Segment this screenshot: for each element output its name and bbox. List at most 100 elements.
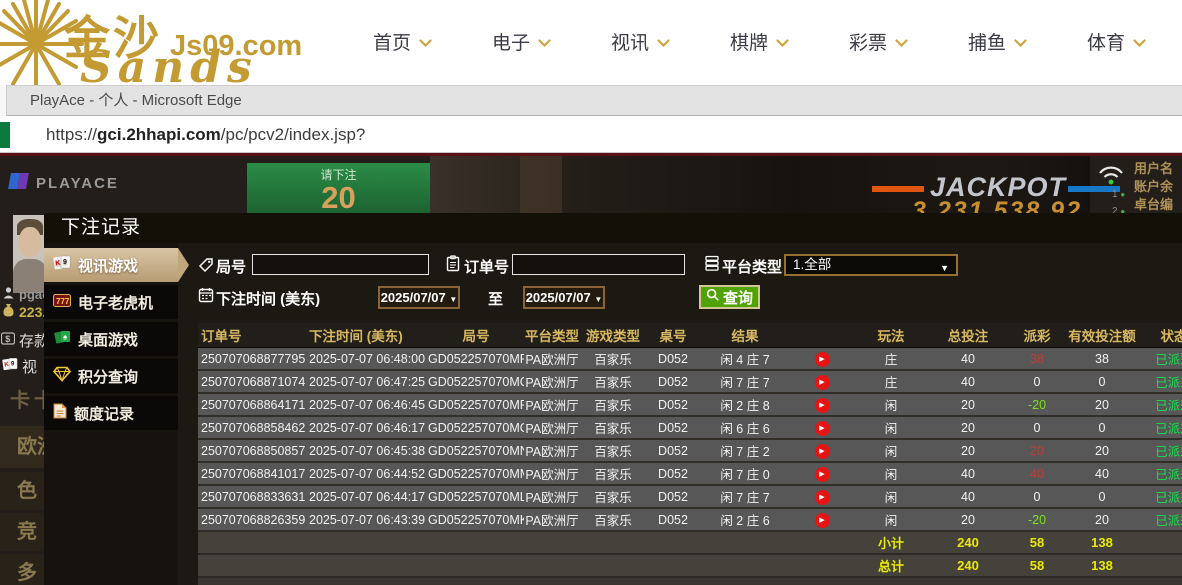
url-prefix: https:// xyxy=(46,125,98,144)
order-input[interactable] xyxy=(512,254,685,275)
replay-play-button[interactable]: ▶ xyxy=(814,512,830,528)
column-header-status: 状态 xyxy=(1160,329,1182,344)
cell-payout: 40 xyxy=(1030,466,1044,481)
platform-select[interactable]: 1.全部 ▼ xyxy=(784,254,958,276)
svg-text:$: $ xyxy=(5,334,10,344)
grand-total-row-total: 240 xyxy=(957,558,979,573)
nav-item-sports[interactable]: 体育 xyxy=(1057,28,1176,55)
url-bar[interactable]: https://gci.2hhapi.com/pc/pcv2/index.jsp… xyxy=(0,117,1182,153)
cell-total: 40 xyxy=(961,374,975,389)
video-tab-label: 视 xyxy=(22,359,38,376)
date-to-picker[interactable]: 2025/07/07 ▼ xyxy=(523,286,605,309)
cell-game: 百家乐 xyxy=(594,491,632,505)
cell-time: 2025-07-07 06:48:00 xyxy=(309,351,426,366)
column-header-game: 游戏类型 xyxy=(586,329,640,344)
replay-play-button[interactable]: ▶ xyxy=(814,374,830,390)
nav-item-lottery[interactable]: 彩票 xyxy=(819,28,938,55)
favicon-chip xyxy=(0,122,10,148)
grand-total-row-valid: 138 xyxy=(1091,558,1113,573)
cell-game: 百家乐 xyxy=(594,399,632,413)
platform-select-value: 1.全部 xyxy=(793,257,832,272)
video-tab-behind[interactable]: K9 视 xyxy=(2,356,37,377)
replay-play-button[interactable]: ▶ xyxy=(814,351,830,367)
cell-payout: 20 xyxy=(1030,443,1044,458)
cell-game: 百家乐 xyxy=(594,445,632,459)
nav-item-video[interactable]: 视讯 xyxy=(581,28,700,55)
grand-total-row-label: 总计 xyxy=(877,559,904,574)
grand-total-row: 总计 240 58 138 xyxy=(198,555,1182,578)
sidebar-tab-table-games[interactable]: ♠ 桌面游戏 xyxy=(44,322,178,356)
cell-payout: -20 xyxy=(1027,397,1047,412)
cell-play: ▶ xyxy=(790,373,854,390)
nav-item-home[interactable]: 首页 xyxy=(343,28,462,55)
playace-brand-text: PLAYACE xyxy=(36,175,119,192)
wifi-icon xyxy=(1096,164,1126,191)
cell-payout: -20 xyxy=(1027,512,1047,527)
session-label: 账户余 xyxy=(1134,179,1174,194)
cell-status: 已派彩 xyxy=(1155,491,1182,505)
cell-play: ▶ xyxy=(790,419,854,436)
dollar-icon: $ xyxy=(0,332,16,349)
sidebar-tab-video-games[interactable]: K 9 视讯游戏 xyxy=(44,248,189,282)
cell-payout: 0 xyxy=(1033,374,1041,389)
date-from-picker[interactable]: 2025/07/07 ▼ xyxy=(378,286,460,309)
cell-valid: 0 xyxy=(1098,420,1106,435)
cell-time: 2025-07-07 06:46:45 xyxy=(309,397,426,412)
column-header-order: 订单号 xyxy=(201,329,242,344)
sidebar-tab-points-query[interactable]: 积分查询 xyxy=(44,359,178,393)
replay-play-button[interactable]: ▶ xyxy=(814,420,830,436)
cell-platform: PA欧洲厅 xyxy=(525,422,579,436)
url-domain: gci.2hhapi.com xyxy=(97,125,221,144)
cell-table_no: D052 xyxy=(658,512,688,527)
deposit-button[interactable]: $ 存款 xyxy=(0,330,49,351)
column-header-table_no: 桌号 xyxy=(659,329,687,344)
cell-status: 已派彩 xyxy=(1155,353,1182,367)
replay-play-button[interactable]: ▶ xyxy=(814,443,830,459)
column-header-time: 下注时间 (美东) xyxy=(309,329,403,344)
sidebar-tab-slot-machines[interactable]: 777 电子老虎机 xyxy=(44,285,178,319)
cell-order: 250707068833631 xyxy=(201,489,306,504)
cell-bet: 庄 xyxy=(884,353,898,367)
cell-result: 闲 7 庄 0 xyxy=(720,468,770,482)
cell-round: GD052257070MN xyxy=(428,443,524,458)
nav-item-slots[interactable]: 电子 xyxy=(462,28,581,55)
replay-play-button[interactable]: ▶ xyxy=(814,489,830,505)
replay-play-button[interactable]: ▶ xyxy=(814,397,830,413)
sidebar-tab-credit-records[interactable]: 额度记录 xyxy=(44,396,178,430)
table-row: 250707068841017 2025-07-07 06:44:52 GD0522… xyxy=(198,463,1182,486)
cell-time: 2025-07-07 06:45:38 xyxy=(309,443,426,458)
avatar xyxy=(13,215,47,293)
platform-stack-icon xyxy=(704,255,720,277)
playace-brand: PLAYACE xyxy=(8,171,119,196)
cell-payout: 0 xyxy=(1033,420,1041,435)
cell-total: 40 xyxy=(961,351,975,366)
search-button-label: 查询 xyxy=(722,289,753,307)
cell-status: 已派彩 xyxy=(1155,376,1182,390)
cell-round: GD052257070MQ xyxy=(428,374,524,389)
subtotal-row-total: 240 xyxy=(957,535,979,550)
cell-result: 闲 2 庄 6 xyxy=(720,514,770,528)
session-label: 用户名 xyxy=(1134,161,1174,176)
round-input[interactable] xyxy=(252,254,429,275)
search-button[interactable]: 查询 xyxy=(699,285,760,309)
cell-order: 250707068841017 xyxy=(201,466,306,481)
clipboard-icon xyxy=(446,255,460,277)
column-header-payout: 派彩 xyxy=(1023,329,1051,344)
nav-item-fishing[interactable]: 捕鱼 xyxy=(938,28,1057,55)
replay-play-button[interactable]: ▶ xyxy=(814,466,830,482)
chevron-down-icon xyxy=(895,31,908,53)
bet-countdown-value: 20 xyxy=(321,180,356,215)
cell-total: 20 xyxy=(961,443,975,458)
table-footer-strip xyxy=(198,578,1182,585)
cell-payout: 38 xyxy=(1030,351,1044,366)
chevron-down-icon: ▼ xyxy=(594,295,603,304)
search-icon xyxy=(706,288,720,306)
nav-item-chess[interactable]: 棋牌 xyxy=(700,28,819,55)
cell-round: GD052257070MM xyxy=(428,466,524,481)
cell-bet: 庄 xyxy=(884,376,898,390)
nav-label: 电子 xyxy=(491,33,530,54)
table-row: 250707068833631 2025-07-07 06:44:17 GD0522… xyxy=(198,486,1182,509)
sidebar-tab-label: 额度记录 xyxy=(74,405,135,423)
cards-icon: K9 xyxy=(2,357,18,376)
nav-label: 捕鱼 xyxy=(967,33,1006,54)
